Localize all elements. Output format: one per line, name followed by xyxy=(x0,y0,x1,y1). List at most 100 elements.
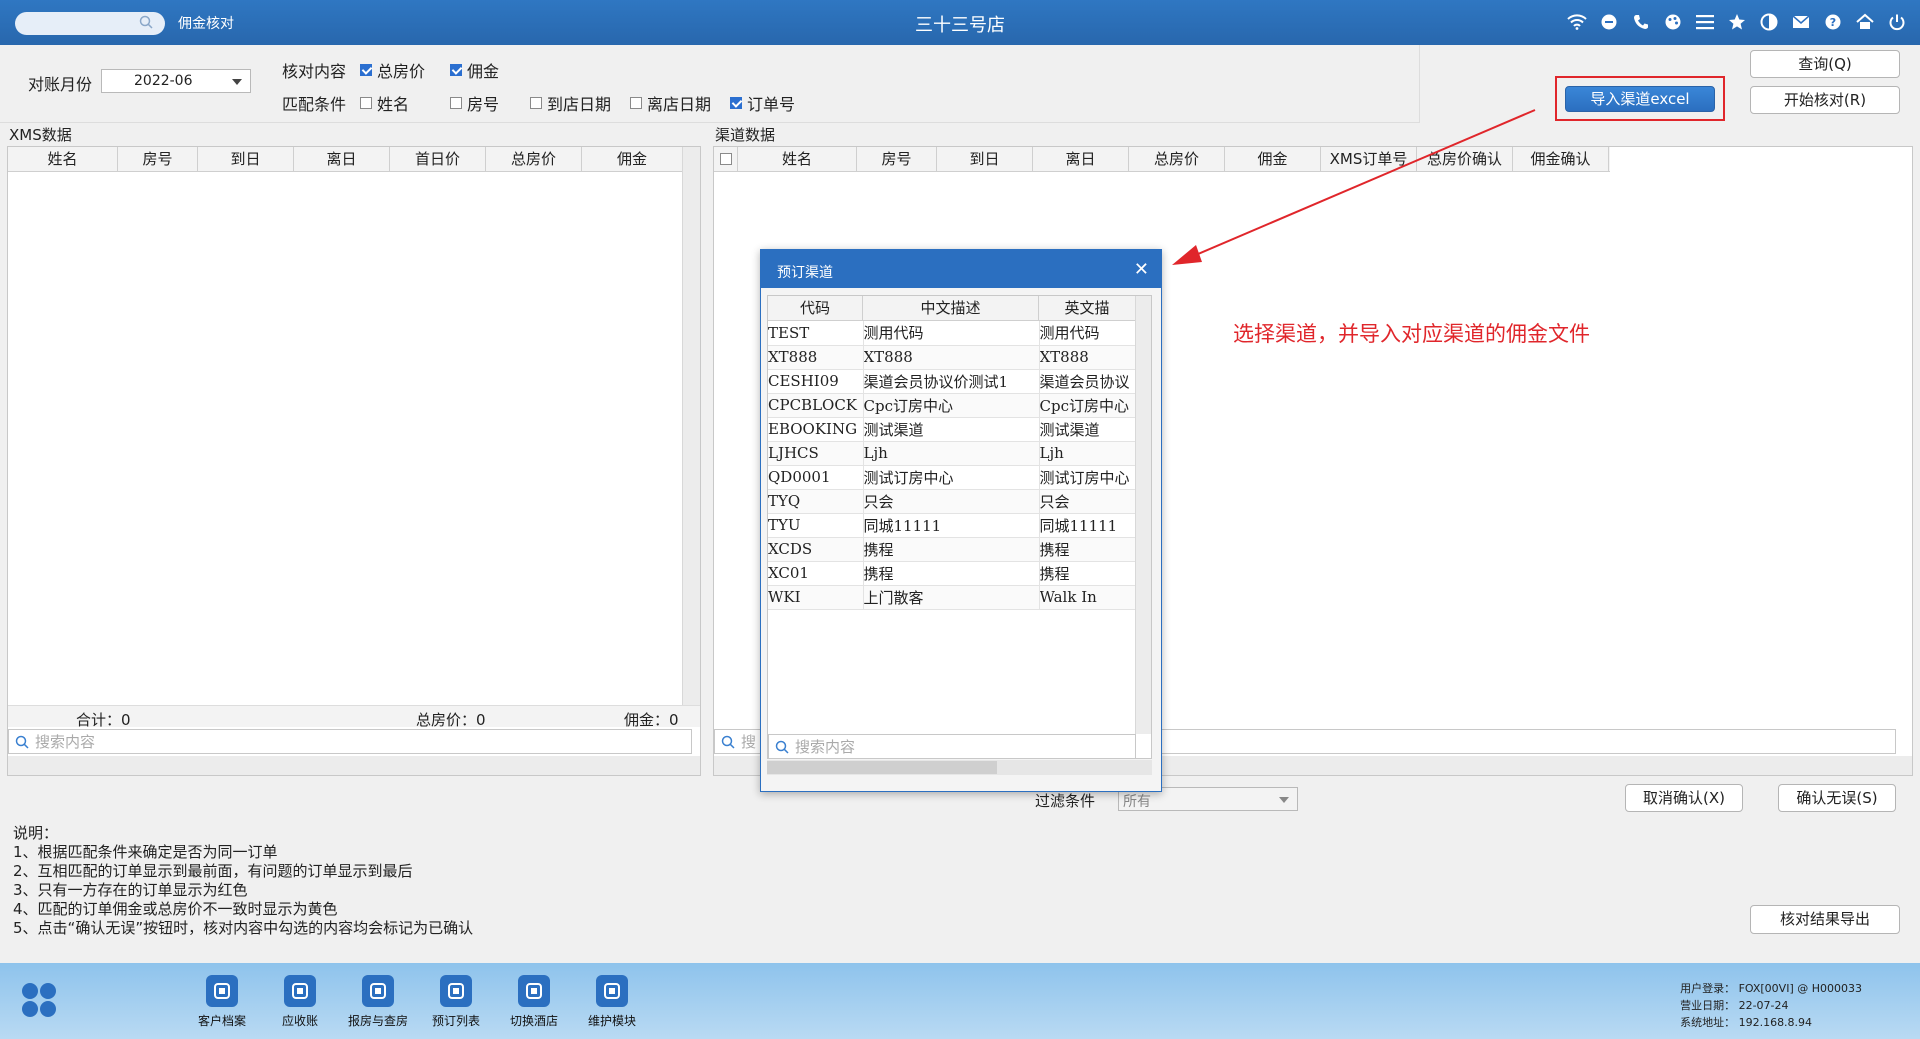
checkbox[interactable] xyxy=(360,97,372,109)
checkbox[interactable] xyxy=(450,64,462,76)
channel-row[interactable]: TYU 同城11111 同城11111 xyxy=(768,513,1137,538)
phone-icon[interactable] xyxy=(1630,11,1652,33)
close-icon[interactable]: ✕ xyxy=(1134,259,1149,280)
channel-row[interactable]: XT888 XT888 XT888 xyxy=(768,345,1137,370)
channel-cell: 携程 xyxy=(1039,537,1137,562)
xms-header: 姓名 房号 到日 离日 首日价 总房价 佣金 xyxy=(8,147,683,172)
channel-col[interactable]: 姓名 xyxy=(738,147,857,171)
channel-cell: 测试订房中心 xyxy=(863,465,1040,490)
channel-row[interactable]: XCDS 携程 携程 xyxy=(768,537,1137,562)
login-user: 用户登录： FOX[00VI] @ H000033 xyxy=(1680,982,1862,995)
match-departure[interactable]: 离店日期 xyxy=(630,91,711,115)
xms-col[interactable]: 离日 xyxy=(294,147,390,171)
taskbar-label: 预订列表 xyxy=(431,1014,480,1028)
checkbox[interactable] xyxy=(719,153,732,165)
xms-scrollbar[interactable] xyxy=(682,147,700,727)
channel-cell: QD0001 xyxy=(768,465,864,490)
filter-condition-label: 过滤条件 xyxy=(1035,792,1096,810)
channel-row[interactable]: CPCBLOCK Cpc订房中心 Cpc订房中心 xyxy=(768,393,1137,418)
checkbox[interactable] xyxy=(360,64,372,76)
message-icon[interactable] xyxy=(1598,11,1620,33)
channel-row[interactable]: EBOOKING 测试渠道 测试渠道 xyxy=(768,417,1137,442)
channel-title: 渠道数据 xyxy=(715,126,776,144)
checkbox[interactable] xyxy=(450,97,462,109)
dialog-hscroll[interactable] xyxy=(767,760,1152,775)
dialog-col[interactable]: 中文描述 xyxy=(863,296,1039,320)
menu-icon[interactable] xyxy=(1694,11,1716,33)
channel-row[interactable]: XC01 携程 携程 xyxy=(768,561,1137,586)
xms-col[interactable]: 姓名 xyxy=(8,147,118,171)
app-logo-icon[interactable] xyxy=(20,981,58,1019)
channel-row[interactable]: LJHCS Ljh Ljh xyxy=(768,441,1137,466)
xms-col[interactable]: 佣金 xyxy=(582,147,683,171)
system-info: 用户登录： FOX[00VI] @ H000033 营业日期： 22-07-24… xyxy=(1680,980,1862,1031)
channel-row[interactable]: CESHI09 渠道会员协议价测试1 渠道会员协议 xyxy=(768,369,1137,394)
channel-cell: 测用代码 xyxy=(1039,321,1137,346)
channel-cell: 携程 xyxy=(1039,561,1137,586)
taskbar-item[interactable]: 应收账 xyxy=(264,975,336,1029)
export-result-button[interactable]: 核对结果导出 xyxy=(1750,905,1900,934)
import-excel-button[interactable]: 导入渠道excel xyxy=(1565,86,1715,112)
dialog-scrollbar[interactable] xyxy=(1135,296,1151,734)
start-check-button[interactable]: 开始核对(R) xyxy=(1750,86,1900,114)
channel-cell: EBOOKING xyxy=(768,417,864,442)
xms-col[interactable]: 到日 xyxy=(198,147,294,171)
taskbar-item[interactable]: 维护模块 xyxy=(576,975,648,1029)
mail-icon[interactable] xyxy=(1790,11,1812,33)
palette-icon[interactable] xyxy=(1662,11,1684,33)
match-order-no[interactable]: 订单号 xyxy=(730,91,795,115)
check-commission[interactable]: 佣金 xyxy=(450,58,499,82)
home-icon[interactable] xyxy=(1854,11,1876,33)
power-icon[interactable] xyxy=(1886,11,1908,33)
confirm-ok-button[interactable]: 确认无误(S) xyxy=(1778,784,1896,812)
dialog-search[interactable]: 搜索内容 xyxy=(768,734,1136,759)
help-icon[interactable]: ? xyxy=(1822,11,1844,33)
taskbar-item[interactable]: 预订列表 xyxy=(420,975,492,1029)
taskbar-item[interactable]: 报房与查房 xyxy=(342,975,414,1029)
channel-col[interactable]: 房号 xyxy=(857,147,937,171)
xms-search[interactable]: 搜索内容 xyxy=(8,729,692,754)
taskbar-label: 应收账 xyxy=(281,1014,318,1028)
taskbar-item[interactable]: 客户档案 xyxy=(186,975,258,1029)
channel-col[interactable]: 到日 xyxy=(937,147,1033,171)
xms-col[interactable]: 首日价 xyxy=(390,147,486,171)
channel-col[interactable]: 离日 xyxy=(1033,147,1129,171)
cancel-confirm-button[interactable]: 取消确认(X) xyxy=(1625,784,1743,812)
match-arrival[interactable]: 到店日期 xyxy=(530,91,611,115)
channel-cell: 上门散客 xyxy=(863,585,1040,610)
match-name[interactable]: 姓名 xyxy=(360,91,409,115)
channel-cell: XT888 xyxy=(768,345,864,370)
dialog-col[interactable]: 英文描 xyxy=(1039,296,1136,320)
checkbox[interactable] xyxy=(730,97,742,109)
channel-cell: TYU xyxy=(768,513,864,538)
xms-col[interactable]: 总房价 xyxy=(486,147,582,171)
dialog-hscroll-thumb[interactable] xyxy=(767,761,997,774)
match-room[interactable]: 房号 xyxy=(450,91,499,115)
month-select[interactable]: 2022-06 xyxy=(101,69,251,93)
channel-cell: 携程 xyxy=(863,561,1040,586)
query-button[interactable]: 查询(Q) xyxy=(1750,50,1900,78)
checkbox[interactable] xyxy=(530,97,542,109)
channel-row[interactable]: WKI 上门散客 Walk In xyxy=(768,585,1137,610)
check-total-price[interactable]: 总房价 xyxy=(360,58,425,82)
channel-cell: 渠道会员协议 xyxy=(1039,369,1137,394)
select-all[interactable] xyxy=(714,147,738,171)
wifi-icon[interactable] xyxy=(1566,11,1588,33)
taskbar-item[interactable]: 切换酒店 xyxy=(498,975,570,1029)
check-label: 核对内容 xyxy=(282,62,347,81)
channel-row[interactable]: QD0001 测试订房中心 测试订房中心 xyxy=(768,465,1137,490)
title-bar: 佣金核对 三十三号店 ? xyxy=(0,0,1920,45)
month-label: 对账月份 xyxy=(28,75,93,94)
star-icon[interactable] xyxy=(1726,11,1748,33)
checkbox[interactable] xyxy=(630,97,642,109)
taskbar-label: 维护模块 xyxy=(587,1014,636,1028)
channel-cell: TYQ xyxy=(768,489,864,514)
channel-row[interactable]: TYQ 只会 只会 xyxy=(768,489,1137,514)
channel-row[interactable]: TEST 测用代码 测用代码 xyxy=(768,321,1137,346)
dialog-col[interactable]: 代码 xyxy=(768,296,863,320)
annotation-arrow xyxy=(1172,109,1536,265)
xms-col[interactable]: 房号 xyxy=(118,147,198,171)
channel-table: TEST 测用代码 测用代码 XT888 XT888 XT888 CESHI09 渠道会员协议… xyxy=(768,321,1137,610)
theme-icon[interactable] xyxy=(1758,11,1780,33)
xms-hscroll[interactable] xyxy=(8,756,700,775)
